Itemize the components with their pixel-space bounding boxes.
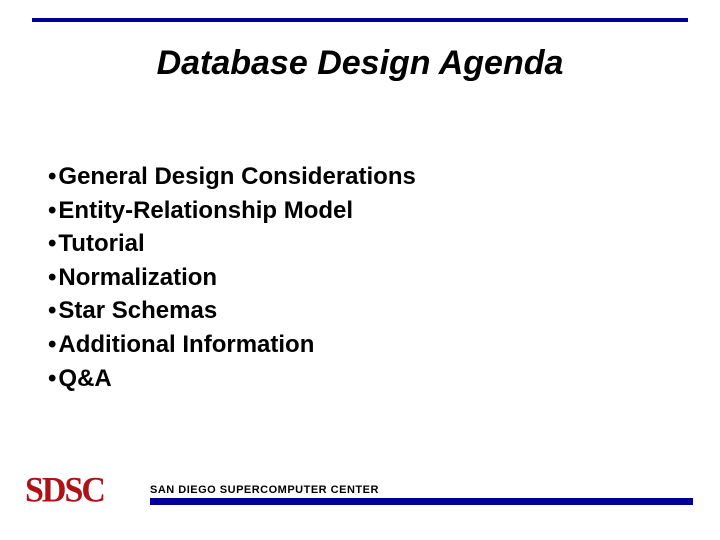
bullet-icon: •	[48, 227, 56, 261]
bullet-text: Entity-Relationship Model	[58, 197, 353, 224]
footer-divider	[150, 498, 693, 505]
bullet-text: Additional Information	[58, 331, 314, 358]
slide: Database Design Agenda •General Design C…	[0, 0, 720, 540]
bullet-icon: •	[48, 362, 56, 396]
list-item: •Tutorial	[48, 227, 608, 261]
list-item: •Star Schemas	[48, 294, 608, 328]
list-item: •Entity-Relationship Model	[48, 194, 608, 228]
footer-org: SAN DIEGO SUPERCOMPUTER CENTER	[150, 484, 379, 496]
bullet-text: Q&A	[58, 365, 111, 392]
footer: SDSC SAN DIEGO SUPERCOMPUTER CENTER	[25, 474, 695, 508]
bullet-icon: •	[48, 328, 56, 362]
bullet-icon: •	[48, 160, 56, 194]
bullet-list: •General Design Considerations •Entity-R…	[48, 160, 608, 395]
top-divider	[32, 18, 688, 22]
slide-title: Database Design Agenda	[0, 44, 720, 83]
bullet-text: Tutorial	[58, 230, 144, 257]
bullet-text: General Design Considerations	[58, 163, 415, 190]
logo: SDSC	[25, 473, 145, 509]
bullet-icon: •	[48, 261, 56, 295]
bullet-text: Star Schemas	[58, 297, 217, 324]
list-item: •Q&A	[48, 362, 608, 396]
bullet-text: Normalization	[58, 264, 217, 291]
bullet-icon: •	[48, 294, 56, 328]
list-item: •Additional Information	[48, 328, 608, 362]
list-item: •Normalization	[48, 261, 608, 295]
list-item: •General Design Considerations	[48, 160, 608, 194]
bullet-icon: •	[48, 194, 56, 228]
